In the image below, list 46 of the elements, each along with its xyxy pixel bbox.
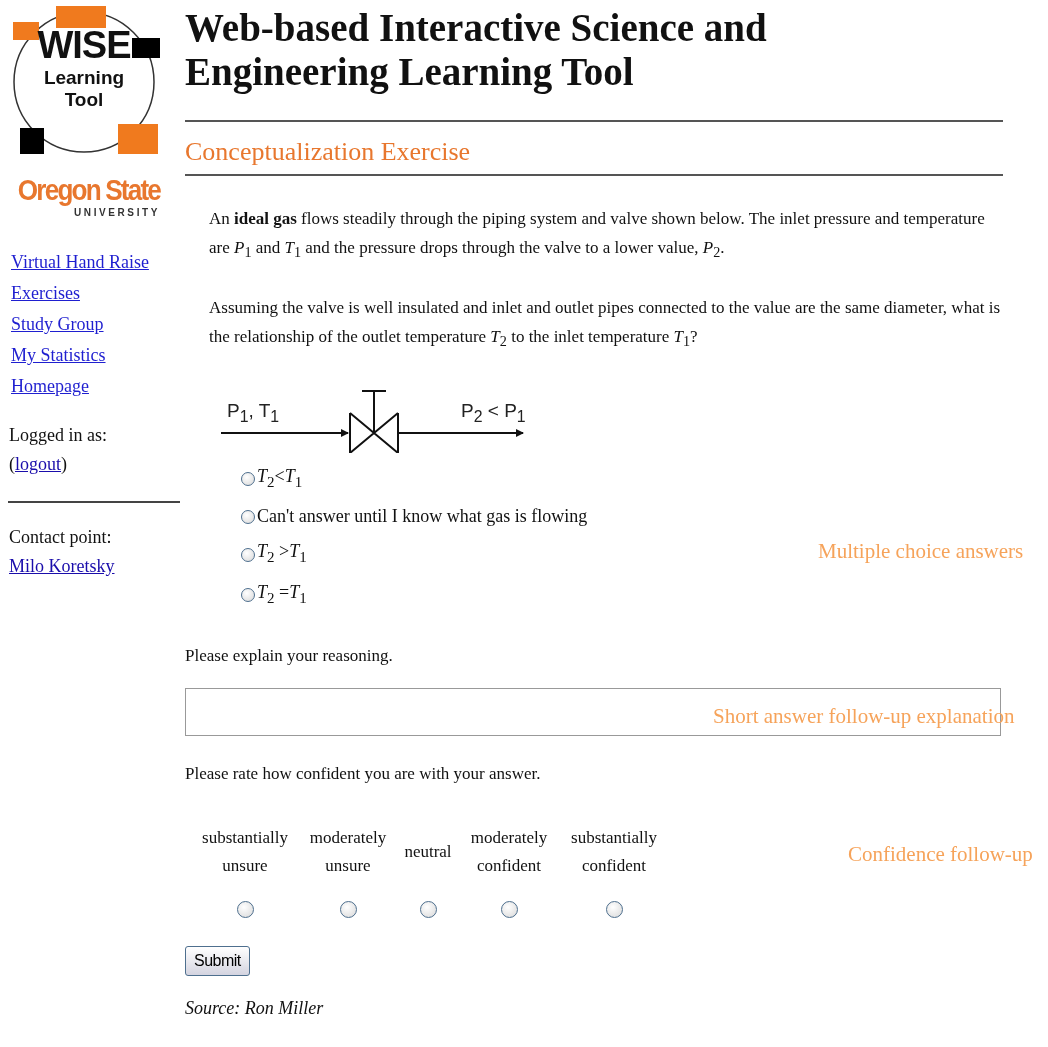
- inlet-label: P$_{1}$, T$_{1}$: [227, 400, 280, 425]
- radio-button[interactable]: [241, 472, 255, 487]
- nav-link[interactable]: Virtual Hand Raise: [11, 252, 180, 273]
- scale-label: substantially confident: [571, 826, 657, 877]
- radio-button[interactable]: [241, 588, 255, 603]
- option-label: T$_{2}$<T$_{1}$: [257, 464, 303, 492]
- logout-line: (logout): [9, 453, 68, 476]
- submit-button[interactable]: Submit: [185, 945, 250, 976]
- logo-title: WISE: [37, 26, 131, 64]
- option-label: T$_{2}$ =T$_{1}$: [257, 580, 307, 608]
- nav-link[interactable]: Exercises: [11, 283, 180, 304]
- university-name: Oregon State: [17, 176, 160, 205]
- radio-button[interactable]: [241, 547, 255, 562]
- logo-subtitle: Tool: [64, 90, 104, 109]
- logout-link[interactable]: logout: [15, 454, 61, 474]
- radio-button[interactable]: [500, 900, 518, 918]
- question-text: Assuming the valve is well insulated and inlet and outlet pipes connected to the value are the same diameter, what is the relationship of the outlet temperature T$_{2}$ to the inlet temperature T$_{1}$?: [209, 297, 1001, 352]
- radio-button[interactable]: [241, 509, 255, 524]
- source-caption: Source: Ron Miller: [185, 997, 325, 1019]
- outlet-label: P$_{2}$ < P$_{1}$: [461, 400, 526, 425]
- radio-button[interactable]: [339, 900, 357, 918]
- valve-icon: [349, 389, 399, 453]
- scale-label: substantially unsure: [202, 826, 288, 877]
- option-label: T$_{2}$ >T$_{1}$: [257, 540, 307, 567]
- annotation-label: Confidence follow-up: [848, 841, 1033, 868]
- scale-label: moderately confident: [470, 826, 548, 877]
- nav-link[interactable]: Study Group: [11, 314, 180, 335]
- section-title: Conceptualization Exercise: [185, 136, 472, 168]
- nav-link[interactable]: My Statistics: [11, 345, 180, 366]
- radio-button[interactable]: [419, 900, 437, 918]
- question-text: An ideal gas flows steadily through the piping system and valve shown below. The inlet pressure and temperature are P$_{1}$ and T$_{1}$ and the pressure drops through the valve to a lower value, P$_{2}$.: [209, 208, 986, 263]
- contact-link[interactable]: Milo Koretsky: [9, 556, 115, 576]
- page-title: Web-based Interactive Science and Engineering Learning Tool: [185, 6, 768, 94]
- logo-subtitle: Learning: [43, 68, 125, 87]
- confidence-prompt: Please rate how confident you are with your answer.: [185, 763, 542, 784]
- option-label: Can't answer until I know what gas is flowing: [257, 505, 588, 529]
- radio-button[interactable]: [236, 900, 254, 918]
- nav-link[interactable]: Homepage: [11, 376, 180, 397]
- annotation-label: Multiple choice answers: [818, 538, 1024, 565]
- scale-label: moderately unsure: [309, 826, 387, 877]
- contact-label: Contact point:: [9, 526, 113, 549]
- logged-in-label: Logged in as:: [9, 424, 108, 447]
- scale-label: neutral: [404, 840, 452, 863]
- radio-button[interactable]: [605, 900, 623, 918]
- university-subtitle: UNIVERSITY: [74, 207, 160, 218]
- explain-prompt: Please explain your reasoning.: [185, 645, 394, 666]
